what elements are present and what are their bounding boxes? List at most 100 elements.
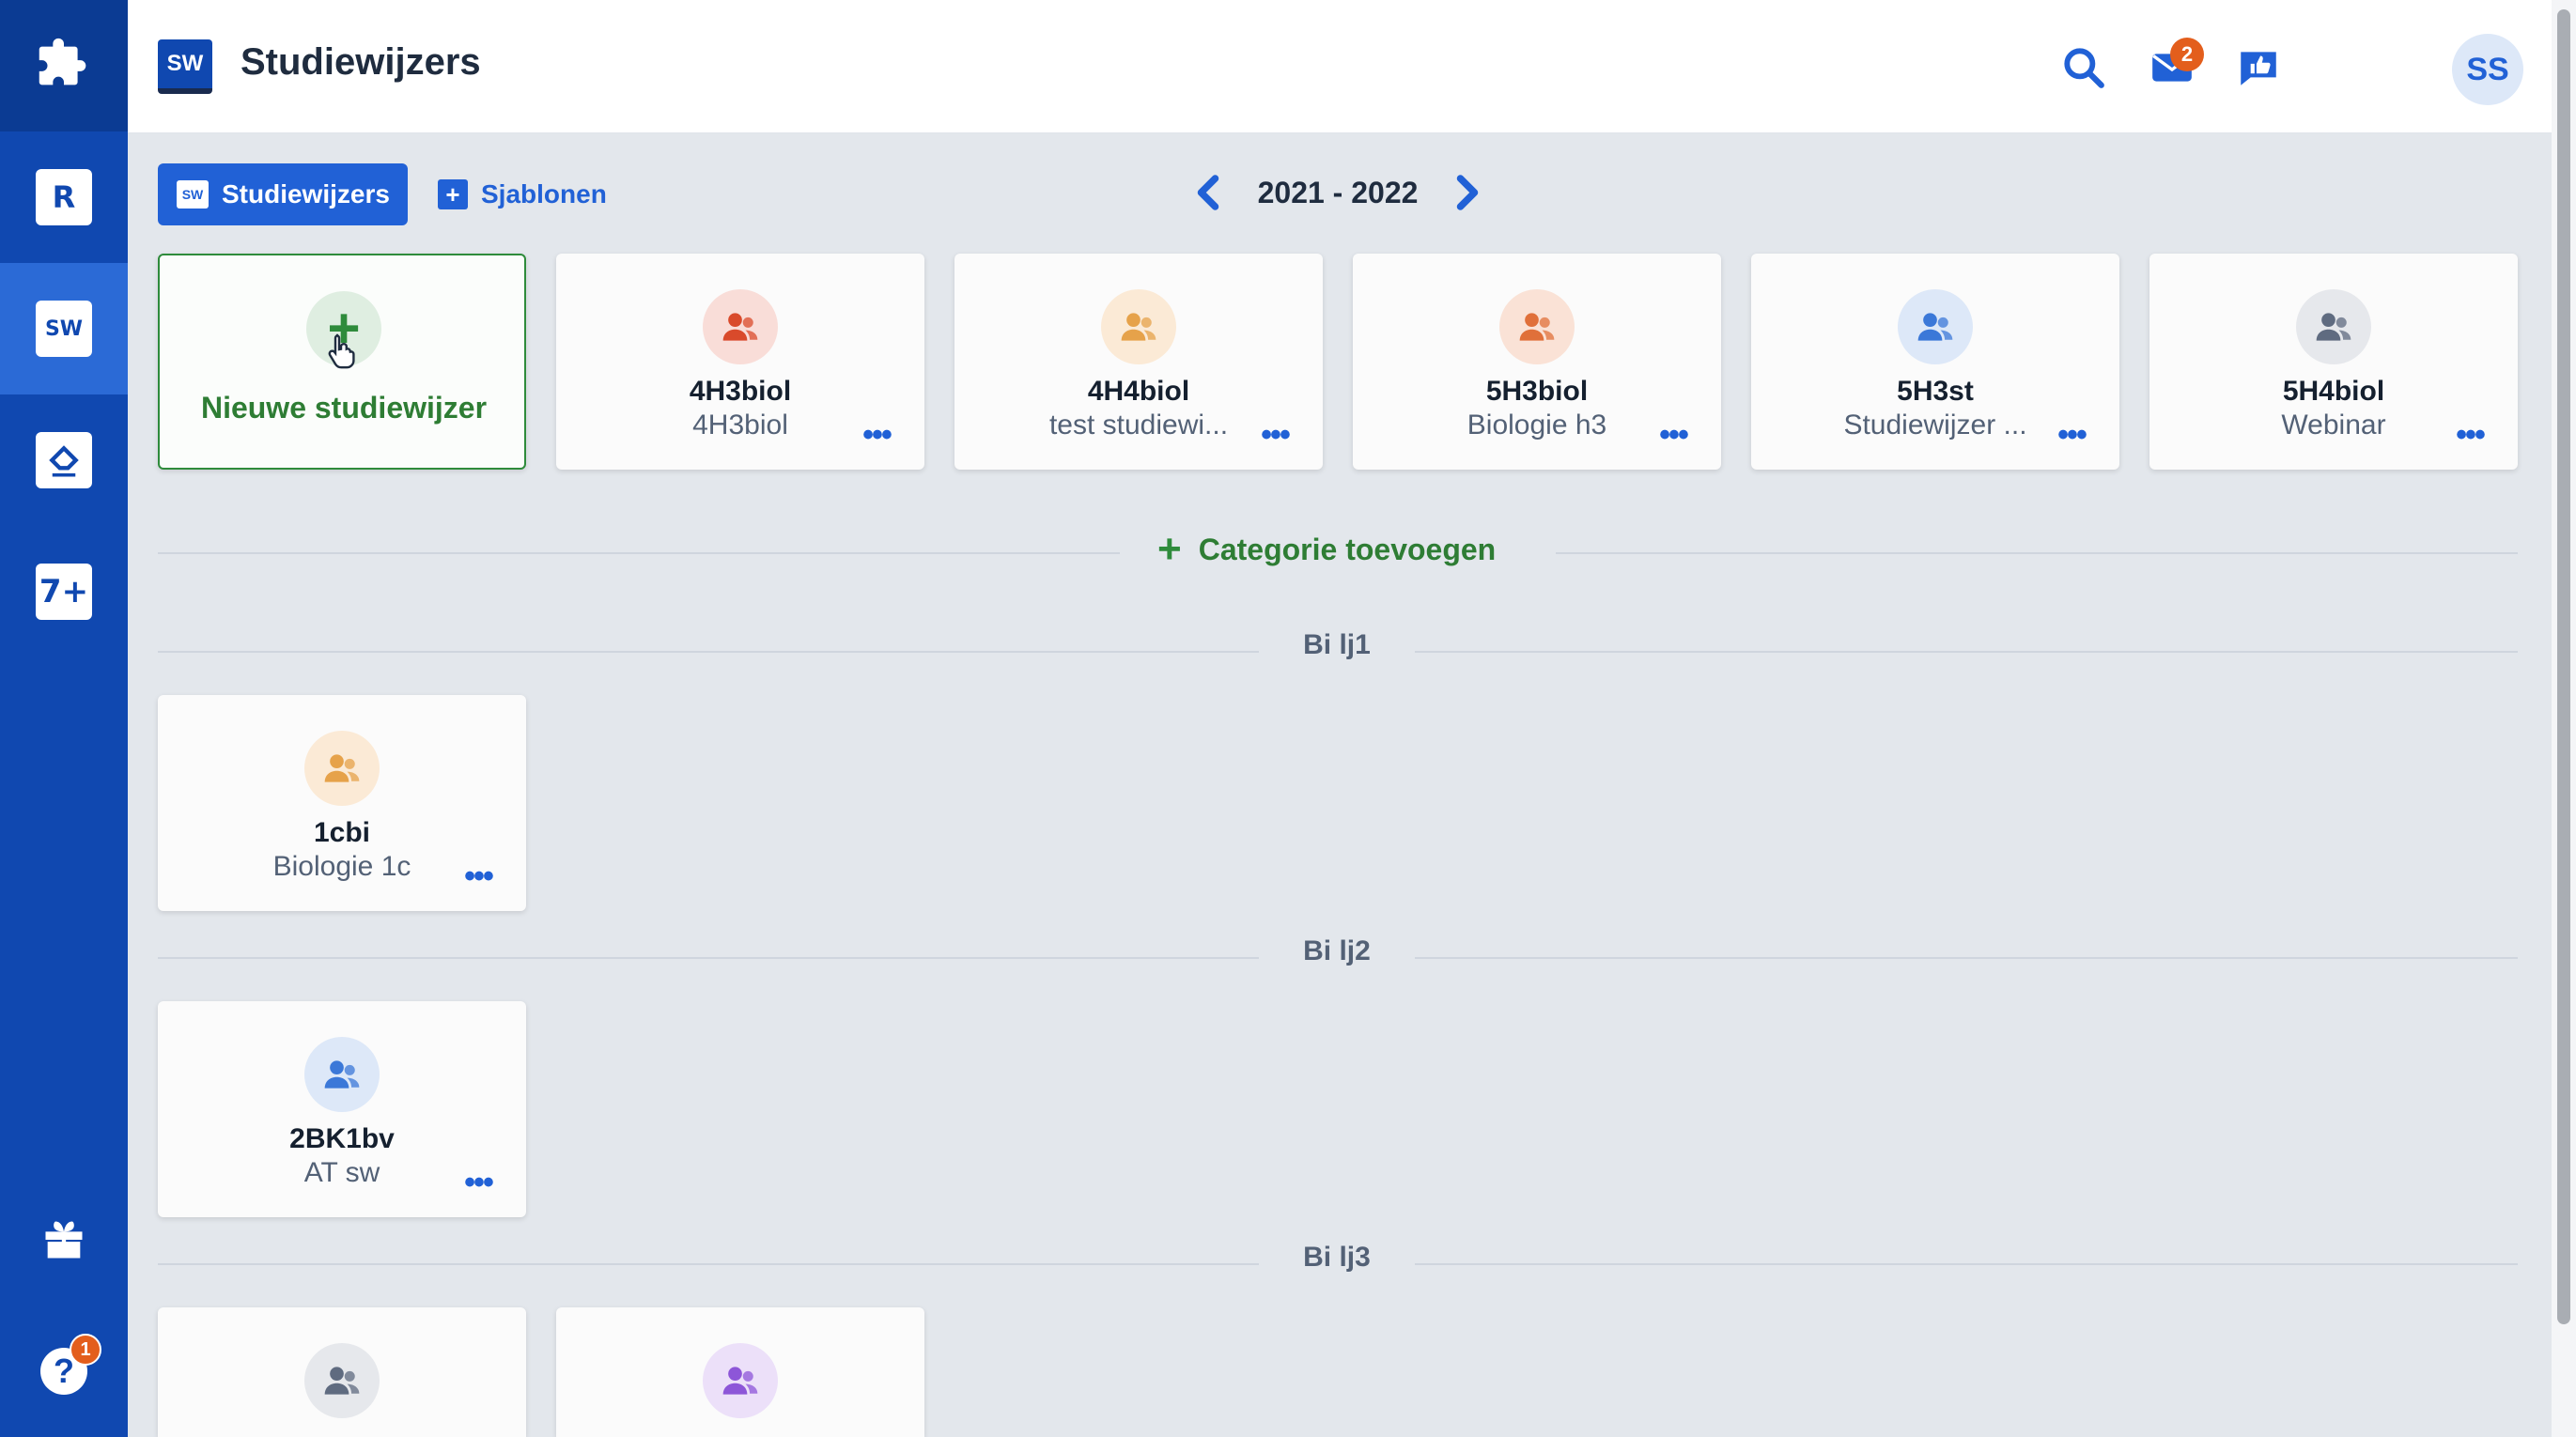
group-avatar [304, 731, 380, 806]
plus-icon: + [1157, 526, 1182, 572]
group-icon [324, 1367, 360, 1395]
eraser-icon [36, 432, 92, 488]
group-icon [324, 754, 360, 782]
sidebar-item-studiewijzers[interactable]: SW [0, 263, 128, 394]
sidebar-item-cijfers[interactable]: 7+ [0, 526, 128, 657]
card-name: Webinar [2281, 409, 2386, 440]
next-year-button[interactable] [1449, 169, 1486, 216]
scrollbar-thumb[interactable] [2557, 9, 2570, 1324]
card-code: 4H4biol [1087, 376, 1190, 407]
app-logo: SW [158, 39, 212, 94]
more-options-button[interactable]: ••• [457, 858, 500, 894]
group-icon [722, 1367, 758, 1395]
group-avatar [703, 1343, 778, 1418]
add-template-icon: + [438, 179, 468, 209]
divider [1415, 651, 2518, 653]
chevron-right-icon [1456, 175, 1479, 210]
studiewijzer-card[interactable]: 1cbi Biologie 1c ••• [158, 695, 526, 911]
new-studiewijzer-label: Nieuwe studiewijzer [200, 391, 488, 425]
studiewijzer-card[interactable]: 2BK1bv AT sw ••• [158, 1001, 526, 1217]
header: SW Studiewijzers 2 SS [128, 0, 2576, 133]
card-code: 5H3st [1897, 376, 1974, 407]
group-icon [1121, 313, 1156, 341]
divider [158, 651, 1259, 653]
studiewijzer-card[interactable]: 5H4biol Webinar ••• [2149, 254, 2518, 470]
tab-studiewijzers-label: Studiewijzers [222, 179, 390, 209]
studiewijzer-card[interactable] [158, 1307, 526, 1437]
category-title: Bi lj2 [1303, 935, 1371, 966]
new-studiewijzer-card[interactable]: + Nieuwe studiewijzer [158, 254, 526, 470]
hand-cursor-icon [328, 333, 355, 369]
card-name: Biologie h3 [1466, 409, 1607, 440]
more-options-button[interactable]: ••• [2050, 417, 2093, 453]
studiewijzer-card[interactable]: 4H3biol 4H3biol ••• [556, 254, 924, 470]
studiewijzer-card[interactable]: 5H3st Studiewijzer ... ••• [1751, 254, 2119, 470]
more-options-button[interactable]: ••• [1652, 417, 1695, 453]
user-avatar[interactable]: SS [2452, 34, 2523, 105]
group-avatar [1898, 289, 1973, 364]
sidebar-item-gift[interactable] [0, 1174, 128, 1306]
more-options-button[interactable]: ••• [855, 417, 898, 453]
group-icon [1519, 313, 1555, 341]
tab-sjablonen-label: Sjablonen [481, 179, 607, 209]
divider [158, 552, 1120, 554]
divider [158, 1263, 1259, 1265]
group-icon [324, 1060, 360, 1089]
studiewijzer-card[interactable]: 5H3biol Biologie h3 ••• [1353, 254, 1721, 470]
card-name: Studiewijzer ... [1843, 409, 2027, 440]
chevron-left-icon [1197, 175, 1219, 210]
group-avatar [304, 1037, 380, 1112]
category-title: Bi lj1 [1303, 629, 1371, 660]
page-title: Studiewijzers [241, 41, 481, 83]
gift-icon [45, 1221, 83, 1259]
group-avatar [304, 1343, 380, 1418]
card-code: 4H3biol [689, 376, 792, 407]
sidebar: R SW 7+ ? 1 [0, 0, 128, 1437]
card-name: Biologie 1c [272, 851, 411, 882]
divider [1415, 957, 2518, 959]
divider [1415, 1263, 2518, 1265]
category-title: Bi lj3 [1303, 1242, 1371, 1273]
more-options-button[interactable]: ••• [1253, 417, 1296, 453]
feedback-button[interactable] [2232, 41, 2285, 94]
card-name: 4H3biol [692, 409, 788, 440]
sidebar-item-help[interactable]: ? 1 [0, 1306, 128, 1437]
group-avatar [2296, 289, 2371, 364]
studiewijzer-icon: SW [36, 301, 92, 357]
sidebar-item-rooster[interactable]: R [0, 131, 128, 263]
group-avatar [1101, 289, 1176, 364]
group-icon [2316, 313, 2351, 341]
studiewijzer-icon: SW [177, 180, 209, 209]
sidebar-item-inleveren[interactable] [0, 394, 128, 526]
card-code: 5H3biol [1485, 376, 1589, 407]
calendar-icon: R [36, 169, 92, 225]
puzzle-icon [39, 38, 86, 85]
previous-year-button[interactable] [1189, 169, 1227, 216]
divider [1556, 552, 2518, 554]
more-options-button[interactable]: ••• [457, 1165, 500, 1200]
search-icon [2064, 48, 2104, 88]
divider [158, 957, 1259, 959]
card-name: test studiewi... [1048, 409, 1229, 440]
more-options-button[interactable]: ••• [2448, 417, 2491, 453]
tab-sjablonen[interactable]: + Sjablonen [438, 163, 607, 225]
group-avatar [1499, 289, 1575, 364]
search-button[interactable] [2057, 41, 2110, 94]
card-code: 1cbi [313, 817, 371, 848]
studiewijzer-card[interactable]: 4H4biol test studiewi... ••• [954, 254, 1323, 470]
group-avatar [703, 289, 778, 364]
grades-icon: 7+ [36, 564, 92, 620]
add-category-label: Categorie toevoegen [1198, 532, 1497, 566]
add-category-button[interactable]: + Categorie toevoegen [1157, 526, 1496, 573]
tab-studiewijzers[interactable]: SW Studiewijzers [158, 163, 408, 225]
mail-badge: 2 [2170, 38, 2204, 71]
group-icon [1917, 313, 1953, 341]
studiewijzer-card[interactable] [556, 1307, 924, 1437]
sidebar-item-home[interactable] [0, 0, 128, 131]
group-icon [722, 313, 758, 341]
help-badge: 1 [70, 1334, 101, 1366]
card-code: 2BK1bv [289, 1123, 395, 1154]
card-code: 5H4biol [2282, 376, 2385, 407]
school-year-label: 2021 - 2022 [1257, 175, 1419, 209]
card-name: AT sw [303, 1157, 380, 1188]
